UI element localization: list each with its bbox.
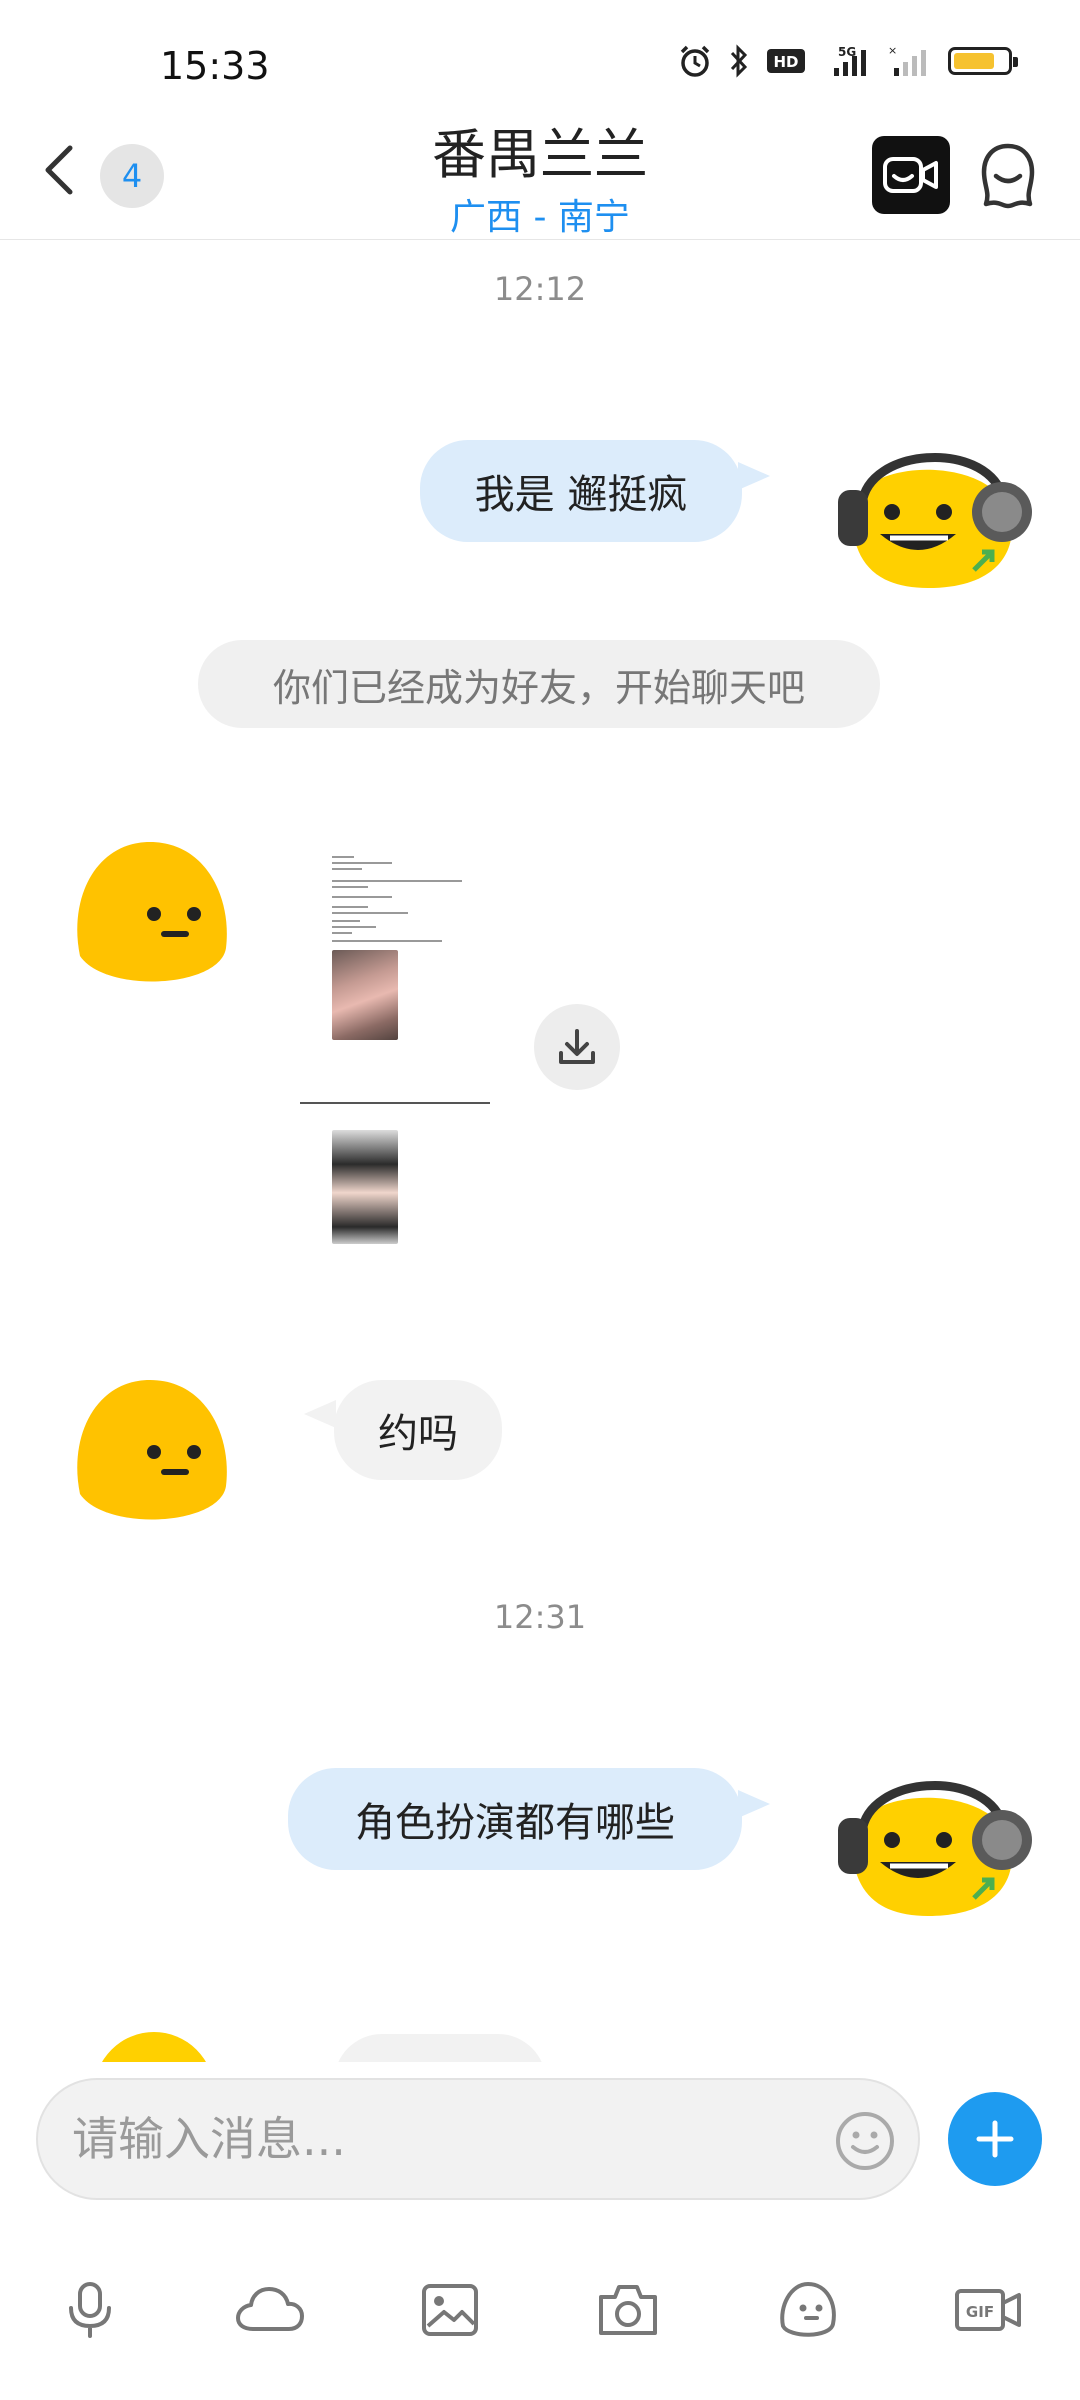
received-message-bubble[interactable]: 约吗 — [334, 1380, 502, 1480]
message-input[interactable] — [72, 2080, 832, 2198]
document-photo — [332, 950, 398, 1040]
sticker-button[interactable] — [768, 2270, 848, 2350]
divider — [300, 1102, 490, 1104]
voice-button[interactable] — [50, 2270, 130, 2350]
image-button[interactable] — [410, 2270, 490, 2350]
message-text: 角色扮演都有哪些 — [355, 1800, 675, 1846]
file-attachment-preview[interactable] — [300, 840, 500, 1260]
battery-icon — [948, 47, 1018, 75]
gif-icon: GIF — [955, 2289, 1021, 2331]
cloud-button[interactable] — [230, 2270, 310, 2350]
download-icon — [559, 1029, 595, 1064]
image-icon — [422, 2284, 478, 2336]
status-time: 15:33 — [160, 44, 270, 88]
input-toolbar: GIF — [0, 2270, 1080, 2354]
camera-icon — [599, 2285, 657, 2335]
gif-button[interactable]: GIF — [948, 2270, 1028, 2350]
bubble-tail — [304, 1400, 336, 1428]
message-text: 我是 邂挺疯 — [474, 472, 688, 518]
alarm-icon — [680, 45, 710, 77]
plus-icon — [976, 2120, 1014, 2158]
video-call-button[interactable] — [872, 136, 950, 214]
message-input-container — [36, 2078, 920, 2200]
status-icons: HD 5G × — [678, 44, 1018, 78]
add-button[interactable] — [948, 2092, 1042, 2186]
signal-weak-icon: × — [888, 44, 926, 76]
download-button[interactable] — [534, 1004, 620, 1090]
bubble-tail — [738, 1790, 770, 1818]
svg-text:GIF: GIF — [966, 2303, 994, 2321]
message-timestamp: 12:12 — [493, 270, 587, 308]
sticker-icon — [780, 2282, 836, 2337]
received-message-bubble — [334, 2034, 546, 2062]
message-timestamp: 12:31 — [493, 1598, 587, 1636]
chat-header: 4 番禺兰兰 广西 - 南宁 — [0, 100, 1080, 240]
contact-avatar[interactable] — [66, 838, 236, 996]
signal-5g-icon: 5G — [834, 45, 866, 76]
message-text: 约吗 — [378, 1411, 458, 1457]
cloud-icon — [236, 2287, 304, 2331]
microphone-icon — [69, 2282, 111, 2338]
video-call-icon — [883, 157, 938, 193]
contact-avatar[interactable] — [66, 1376, 236, 1534]
sent-message-bubble[interactable]: 角色扮演都有哪些 — [288, 1768, 742, 1870]
my-avatar-headphones-icon[interactable] — [832, 428, 1032, 598]
emoji-icon[interactable] — [834, 2110, 896, 2172]
contact-avatar — [94, 2032, 214, 2062]
svg-text:HD: HD — [773, 53, 798, 71]
bubble-tail — [738, 462, 770, 490]
bluetooth-icon — [730, 44, 748, 78]
my-avatar-headphones-icon[interactable] — [832, 1756, 1032, 1926]
profile-button[interactable] — [976, 140, 1040, 212]
document-photo — [332, 1130, 398, 1244]
svg-text:×: × — [888, 44, 897, 57]
sent-message-bubble[interactable]: 我是 邂挺疯 — [420, 440, 742, 542]
system-message: 你们已经成为好友，开始聊天吧 — [198, 640, 880, 728]
profile-icon — [981, 143, 1035, 209]
hd-icon: HD — [767, 49, 805, 73]
camera-button[interactable] — [588, 2270, 668, 2350]
